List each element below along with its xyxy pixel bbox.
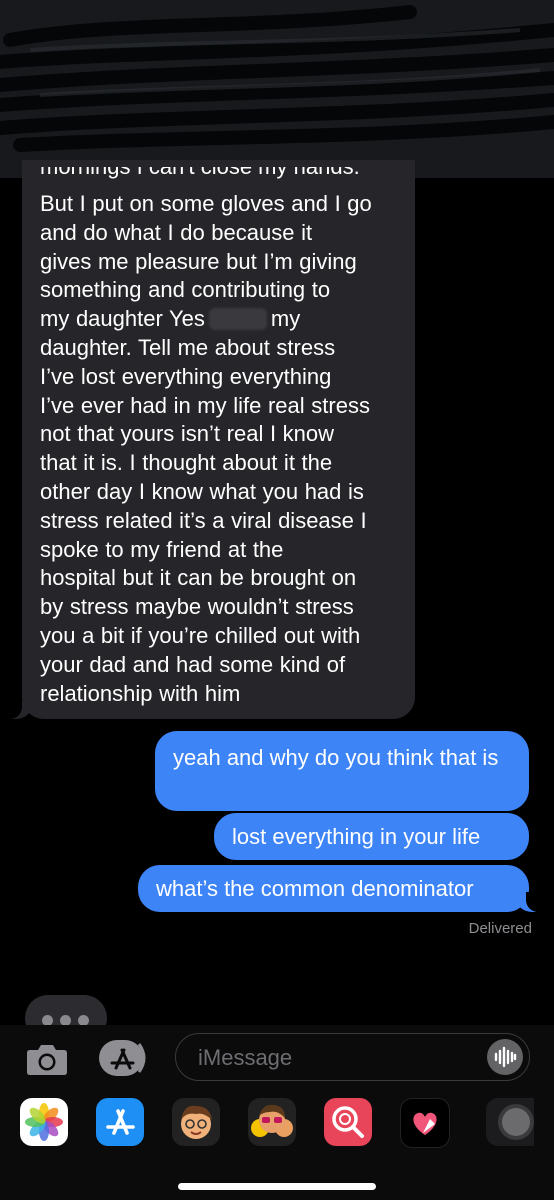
image-search-icon[interactable] <box>324 1098 372 1146</box>
app-drawer-button[interactable] <box>99 1038 147 1078</box>
memoji-icon[interactable] <box>172 1098 220 1146</box>
outgoing-message-bubble[interactable]: yeah and why do you think that is <box>155 731 529 811</box>
cutoff-message-line: mornings I can't close my hands. <box>40 167 406 187</box>
outgoing-bubble-tail <box>516 892 546 912</box>
redaction-scribble <box>0 5 554 152</box>
photos-icon[interactable] <box>20 1098 68 1146</box>
delivered-status: Delivered <box>468 920 532 937</box>
incoming-message-text: But I put on some gloves and I go and do… <box>40 191 372 706</box>
outgoing-message-text: what’s the common denominator <box>156 876 474 901</box>
incoming-bubble-tail <box>2 699 32 719</box>
camera-icon <box>27 1045 67 1075</box>
app-store-tray-icon[interactable] <box>96 1098 144 1146</box>
redacted-header <box>0 0 554 178</box>
animoji-icon[interactable] <box>248 1098 296 1146</box>
fade-overlay <box>0 960 554 990</box>
message-input-field[interactable] <box>175 1033 530 1081</box>
home-indicator <box>178 1183 376 1190</box>
camera-button[interactable] <box>26 1042 68 1076</box>
incoming-message-bubble[interactable]: mornings I can't close my hands. But I p… <box>2 160 415 719</box>
music-icon[interactable] <box>486 1098 534 1146</box>
digital-touch-icon[interactable] <box>400 1098 450 1148</box>
message-input[interactable] <box>196 1043 470 1073</box>
waveform-icon <box>494 1046 517 1068</box>
audio-message-button[interactable] <box>487 1039 523 1075</box>
redacted-name <box>208 308 267 331</box>
outgoing-message-bubble[interactable]: lost everything in your life <box>214 813 529 860</box>
outgoing-message-bubble[interactable]: what’s the common denominator <box>138 865 546 912</box>
app-store-icon <box>99 1040 146 1076</box>
outgoing-message-text: lost everything in your life <box>232 824 481 849</box>
outgoing-message-text: yeah and why do you think that is <box>173 745 499 770</box>
